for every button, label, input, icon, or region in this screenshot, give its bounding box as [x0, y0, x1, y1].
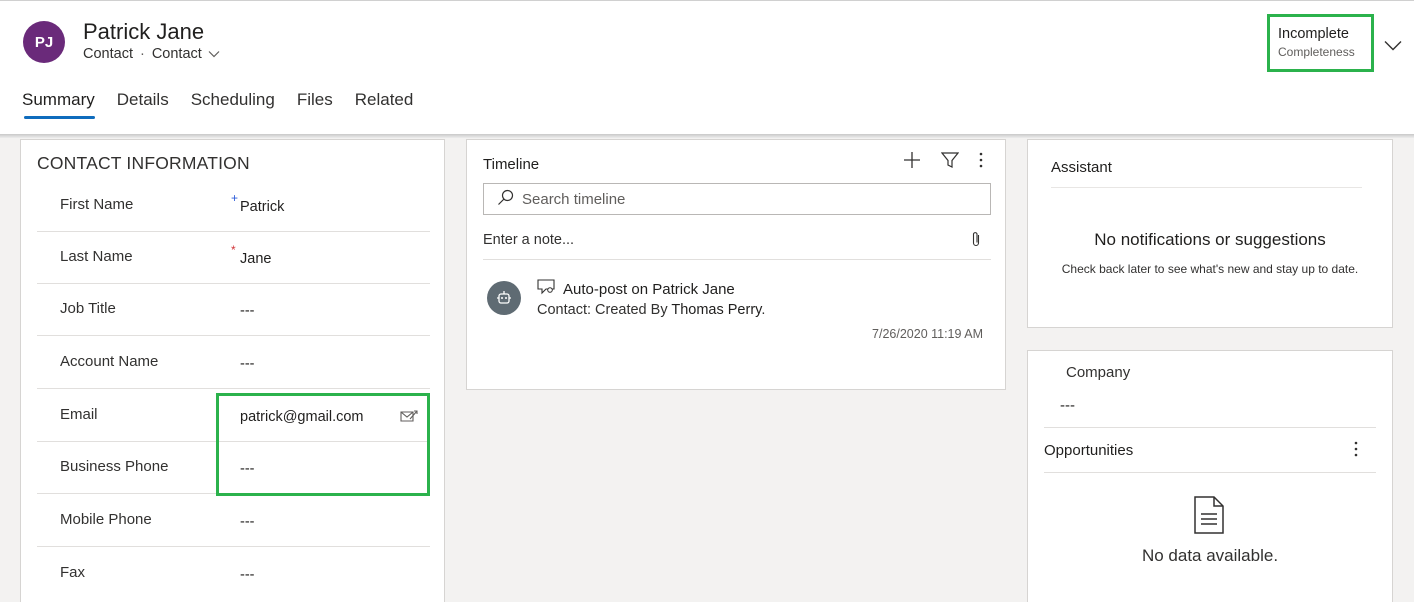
field-label: Business Phone	[60, 458, 169, 475]
field-first-name: First Name + Patrick	[37, 180, 430, 232]
assistant-empty-subtitle: Check back later to see what's new and s…	[1061, 262, 1359, 276]
field-mobile-phone: Mobile Phone ---	[37, 495, 430, 547]
section-title: CONTACT INFORMATION	[37, 153, 250, 173]
mobile-phone-value[interactable]: ---	[240, 514, 255, 530]
timeline-section: Timeline Search timeline Enter a note...…	[466, 139, 1006, 390]
post-timestamp: 7/26/2020 11:19 AM	[872, 327, 983, 341]
note-input[interactable]: Enter a note...	[483, 232, 991, 260]
fax-value[interactable]: ---	[240, 567, 255, 583]
post-body-suffix: .	[761, 302, 766, 318]
company-opportunities-section: Company --- Opportunities No data availa…	[1027, 350, 1393, 602]
record-header: PJ Patrick Jane Contact · Contact Incomp…	[0, 0, 1414, 134]
divider	[1044, 472, 1376, 473]
form-selector-label: Contact	[151, 46, 202, 62]
filter-icon[interactable]	[940, 151, 960, 174]
field-label: Mobile Phone	[60, 511, 152, 528]
first-name-value[interactable]: Patrick	[240, 199, 284, 215]
search-placeholder: Search timeline	[522, 190, 626, 208]
auto-post-bot-icon	[487, 281, 521, 315]
document-icon	[1193, 496, 1225, 539]
add-icon[interactable]	[903, 151, 921, 174]
auto-post-icon	[537, 279, 563, 299]
field-last-name: Last Name * Jane	[37, 232, 430, 284]
field-fax: Fax ---	[37, 548, 430, 600]
chevron-down-icon	[208, 50, 220, 58]
account-name-value[interactable]: ---	[240, 356, 255, 372]
field-label: Job Title	[60, 300, 116, 317]
completeness-indicator[interactable]: Incomplete Completeness	[1267, 14, 1374, 72]
note-placeholder: Enter a note...	[483, 232, 575, 248]
attachment-icon[interactable]	[971, 230, 981, 252]
post-body-prefix: Contact: Created By	[537, 302, 672, 318]
post-title: Auto-post on Patrick Jane	[537, 279, 735, 299]
tab-summary[interactable]: Summary	[22, 90, 95, 119]
assistant-section: Assistant No notifications or suggestion…	[1027, 139, 1393, 328]
divider	[1044, 427, 1376, 428]
field-label: Fax	[60, 564, 86, 581]
post-title-text[interactable]: Auto-post on Patrick Jane	[563, 281, 735, 298]
field-job-title: Job Title ---	[37, 284, 430, 336]
divider	[1051, 187, 1362, 188]
tab-scheduling[interactable]: Scheduling	[191, 90, 275, 119]
opportunities-title: Opportunities	[1044, 442, 1134, 459]
job-title-value[interactable]: ---	[240, 303, 255, 319]
company-label: Company	[1066, 364, 1131, 381]
no-data-text: No data available.	[1141, 546, 1279, 565]
last-name-value[interactable]: Jane	[240, 251, 271, 267]
assistant-title: Assistant	[1051, 159, 1112, 176]
field-label: Account Name	[60, 353, 159, 370]
field-account-name: Account Name ---	[37, 337, 430, 389]
record-subtitle: Contact · Contact	[83, 46, 220, 62]
recommended-marker: +	[231, 191, 239, 205]
tab-details[interactable]: Details	[117, 90, 169, 119]
opportunities-more-icon[interactable]	[1354, 440, 1358, 463]
tab-files[interactable]: Files	[297, 90, 333, 119]
search-timeline-input[interactable]: Search timeline	[483, 183, 991, 215]
timeline-actions	[903, 151, 983, 174]
record-title: Patrick Jane	[83, 19, 205, 44]
post-author[interactable]: Thomas Perry	[671, 302, 761, 318]
search-icon	[497, 189, 522, 210]
header-expand-chevron-icon[interactable]	[1384, 38, 1402, 56]
assistant-empty-title: No notifications or suggestions	[1094, 230, 1326, 249]
field-label: First Name	[60, 196, 134, 213]
contact-information-section: CONTACT INFORMATION First Name + Patrick…	[20, 139, 445, 602]
more-options-icon[interactable]	[979, 151, 983, 174]
timeline-title: Timeline	[483, 156, 540, 173]
company-value[interactable]: ---	[1060, 397, 1075, 414]
field-label: Email	[60, 406, 98, 423]
avatar: PJ	[23, 21, 65, 63]
completeness-label: Completeness	[1278, 45, 1355, 59]
post-body: Contact: Created By Thomas Perry.	[537, 302, 765, 318]
header-divider	[0, 134, 1414, 138]
field-label: Last Name	[60, 248, 133, 265]
tab-bar: Summary Details Scheduling Files Related	[22, 90, 435, 119]
highlight-box	[216, 393, 430, 496]
tab-related[interactable]: Related	[355, 90, 414, 119]
completeness-value: Incomplete	[1278, 26, 1349, 42]
entity-name: Contact	[83, 46, 133, 62]
subtitle-separator: ·	[139, 46, 145, 62]
form-selector[interactable]: Contact	[152, 46, 220, 62]
required-marker: *	[231, 243, 236, 257]
